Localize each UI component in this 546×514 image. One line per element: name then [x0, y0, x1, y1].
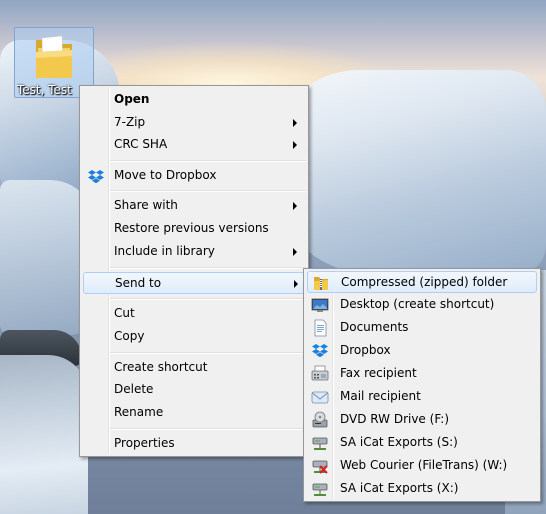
documents-icon	[314, 319, 327, 337]
sendto-item-sa-icat-exports-x[interactable]: SA iCat Exports (X:)	[307, 478, 537, 500]
sendto-item-mail-recipient[interactable]: Mail recipient	[307, 386, 537, 408]
menu-item-label: Include in library	[114, 244, 215, 258]
desktop-icon	[311, 298, 329, 312]
sendto-item-label: Compressed (zipped) folder	[341, 275, 508, 289]
menu-item-move-to-dropbox[interactable]: Move to Dropbox	[83, 165, 305, 187]
menu-item-rename[interactable]: Rename	[83, 402, 305, 424]
menu-item-label: Cut	[114, 306, 135, 320]
sendto-item-label: SA iCat Exports (S:)	[340, 435, 458, 449]
menu-item-7zip[interactable]: 7-Zip	[83, 112, 305, 134]
sendto-item-sa-icat-exports-s[interactable]: SA iCat Exports (S:)	[307, 432, 537, 454]
menu-item-label: Copy	[114, 329, 145, 343]
menu-item-open[interactable]: Open	[83, 89, 305, 111]
menu-item-properties[interactable]: Properties	[83, 433, 305, 455]
menu-item-cut[interactable]: Cut	[83, 303, 305, 325]
mail-icon	[311, 391, 329, 404]
iceberg-image	[0, 355, 88, 514]
send-to-submenu: Compressed (zipped) folder Desktop (crea…	[303, 268, 541, 502]
sendto-item-dropbox[interactable]: Dropbox	[307, 340, 537, 362]
menu-item-label: Restore previous versions	[114, 221, 269, 235]
sendto-item-label: Mail recipient	[340, 389, 421, 403]
sendto-item-documents[interactable]: Documents	[307, 317, 537, 339]
network-drive-icon	[312, 483, 328, 496]
disconnected-network-drive-icon	[312, 460, 328, 474]
menu-item-label: Move to Dropbox	[114, 168, 217, 182]
menu-item-label: CRC SHA	[114, 137, 168, 151]
submenu-arrow-icon	[294, 280, 298, 288]
dropbox-icon	[312, 344, 328, 358]
menu-item-label: 7-Zip	[114, 115, 146, 129]
menu-item-send-to[interactable]: Send to	[83, 272, 305, 294]
menu-separator	[110, 428, 306, 430]
zip-folder-icon	[314, 277, 328, 290]
sendto-item-compressed-folder[interactable]: Compressed (zipped) folder	[307, 271, 537, 293]
fax-icon	[311, 365, 329, 381]
menu-item-label: Delete	[114, 382, 154, 396]
menu-separator	[110, 298, 306, 300]
menu-item-label: Create shortcut	[114, 360, 208, 374]
sendto-item-label: DVD RW Drive (F:)	[340, 412, 450, 426]
network-drive-icon	[312, 437, 328, 450]
menu-item-label: Share with	[114, 198, 178, 212]
sendto-item-label: Dropbox	[340, 343, 391, 357]
sendto-item-label: Web Courier (FileTrans) (W:)	[340, 458, 508, 472]
iceberg-image	[290, 70, 546, 275]
menu-item-create-shortcut[interactable]: Create shortcut	[83, 357, 305, 379]
menu-item-label: Properties	[114, 436, 175, 450]
menu-separator	[110, 190, 306, 192]
sendto-item-label: SA iCat Exports (X:)	[340, 481, 459, 495]
sendto-item-dvd-rw-drive[interactable]: DVD RW Drive (F:)	[307, 409, 537, 431]
menu-item-copy[interactable]: Copy	[83, 326, 305, 348]
folder-icon	[36, 35, 72, 78]
context-menu: Open 7-Zip CRC SHA Move to Dropbox Share…	[79, 85, 309, 457]
dropbox-icon	[88, 170, 104, 184]
sendto-item-label: Desktop (create shortcut)	[340, 297, 495, 311]
menu-item-include-in-library[interactable]: Include in library	[83, 241, 305, 263]
menu-item-label: Rename	[114, 405, 164, 419]
menu-item-label: Send to	[115, 276, 162, 290]
sendto-item-label: Documents	[340, 320, 409, 334]
sendto-item-fax-recipient[interactable]: Fax recipient	[307, 363, 537, 385]
sendto-item-desktop[interactable]: Desktop (create shortcut)	[307, 294, 537, 316]
sendto-item-label: Fax recipient	[340, 366, 417, 380]
sendto-item-web-courier[interactable]: Web Courier (FileTrans) (W:)	[307, 455, 537, 477]
menu-separator	[110, 267, 306, 269]
menu-item-share-with[interactable]: Share with	[83, 195, 305, 217]
submenu-arrow-icon	[293, 202, 297, 210]
menu-item-crc-sha[interactable]: CRC SHA	[83, 134, 305, 156]
menu-item-restore-previous-versions[interactable]: Restore previous versions	[83, 218, 305, 240]
dvd-drive-icon	[312, 411, 328, 428]
submenu-arrow-icon	[293, 141, 297, 149]
submenu-arrow-icon	[293, 248, 297, 256]
menu-item-delete[interactable]: Delete	[83, 379, 305, 401]
menu-separator	[110, 160, 306, 162]
submenu-arrow-icon	[293, 119, 297, 127]
menu-item-label: Open	[114, 92, 150, 106]
menu-separator	[110, 352, 306, 354]
